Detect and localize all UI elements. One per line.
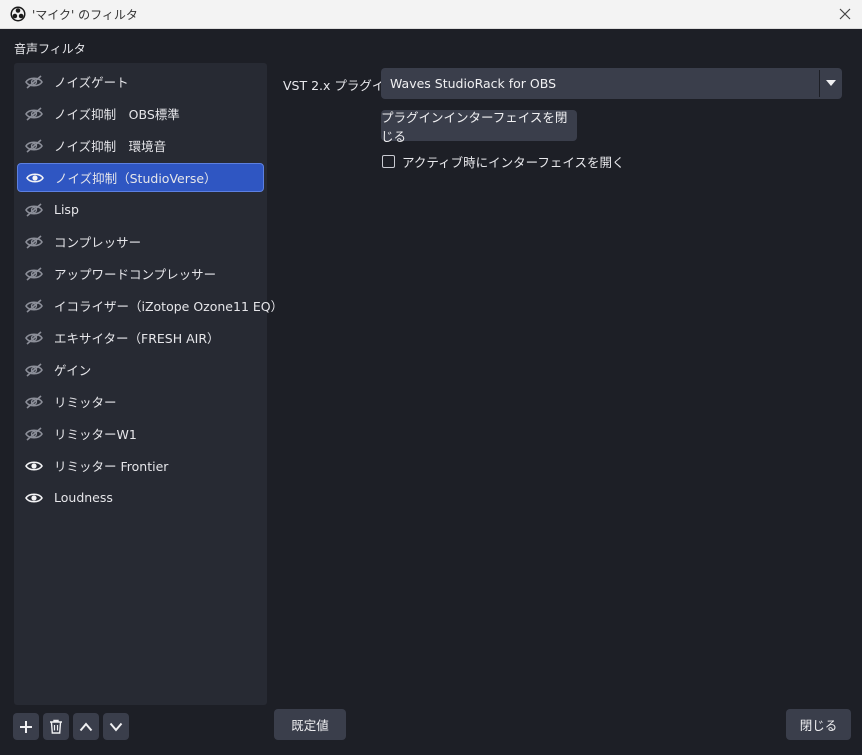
audio-filters-label: 音声フィルタ	[14, 42, 86, 56]
chevron-up-icon	[79, 721, 93, 731]
filter-item-label: リミッター Frontier	[54, 459, 169, 474]
filter-item-label: エキサイター（FRESH AIR）	[54, 331, 220, 346]
move-down-button[interactable]	[103, 713, 129, 740]
trash-icon	[50, 719, 62, 734]
defaults-button[interactable]: 既定値	[274, 709, 346, 740]
eye-hidden-icon[interactable]	[25, 330, 43, 345]
filter-item-label: ノイズ抑制 OBS標準	[54, 107, 180, 122]
plugin-select[interactable]: Waves StudioRack for OBS	[381, 68, 842, 99]
eye-hidden-icon[interactable]	[25, 362, 43, 377]
filter-item-label: Loudness	[54, 490, 113, 505]
filter-item[interactable]: エキサイター（FRESH AIR）	[17, 323, 264, 352]
filter-item-label: リミッター	[54, 395, 117, 410]
filter-item-label: ゲイン	[54, 363, 92, 378]
filter-item[interactable]: ノイズ抑制（StudioVerse）	[17, 163, 264, 192]
remove-filter-button[interactable]	[43, 713, 69, 740]
filter-item-label: コンプレッサー	[54, 235, 142, 250]
chevron-down-icon	[109, 722, 123, 732]
eye-icon[interactable]	[25, 491, 43, 505]
close-button[interactable]: 閉じる	[786, 709, 851, 740]
filter-item[interactable]: Lisp	[17, 195, 264, 224]
filter-item-label: Lisp	[54, 202, 79, 217]
filter-item-label: リミッターW1	[54, 427, 137, 442]
eye-hidden-icon[interactable]	[25, 298, 43, 313]
eye-icon[interactable]	[25, 459, 43, 473]
open-on-active-label[interactable]: アクティブ時にインターフェイスを開く	[402, 152, 625, 171]
plugin-select-value: Waves StudioRack for OBS	[390, 76, 557, 91]
filter-item[interactable]: リミッターW1	[17, 419, 264, 448]
add-filter-button[interactable]	[13, 713, 39, 740]
filter-item-label: ノイズゲート	[54, 75, 129, 90]
close-plugin-interface-button[interactable]: プラグインインターフェイスを閉じる	[381, 110, 577, 144]
filter-item[interactable]: イコライザー（iZotope Ozone11 EQ）	[17, 291, 283, 320]
filter-item[interactable]: ノイズゲート	[17, 67, 264, 96]
eye-icon[interactable]	[26, 171, 44, 185]
select-divider	[819, 70, 820, 97]
filter-item[interactable]: ノイズ抑制 OBS標準	[17, 99, 264, 128]
plugin-label: VST 2.x プラグイン	[283, 78, 397, 93]
filter-item[interactable]: ノイズ抑制 環境音	[17, 131, 264, 160]
filter-list-panel: ノイズゲートノイズ抑制 OBS標準 ノイズ抑制 環境音ノイズ抑制（StudioVe…	[14, 63, 283, 705]
title-bar: 'マイク' のフィルタ	[0, 0, 862, 29]
obs-logo-icon	[10, 6, 26, 22]
open-on-active-checkbox[interactable]	[382, 155, 395, 168]
filter-item-label: イコライザー（iZotope Ozone11 EQ）	[54, 299, 284, 314]
plus-icon	[20, 720, 32, 733]
eye-hidden-icon[interactable]	[25, 234, 43, 249]
move-up-button[interactable]	[73, 713, 99, 740]
eye-hidden-icon[interactable]	[25, 202, 43, 217]
close-window-icon[interactable]	[834, 3, 856, 25]
eye-hidden-icon[interactable]	[25, 138, 43, 153]
eye-hidden-icon[interactable]	[25, 106, 43, 121]
eye-hidden-icon[interactable]	[25, 394, 43, 409]
filter-item[interactable]: ゲイン	[17, 355, 264, 384]
filter-item[interactable]: リミッター Frontier	[17, 451, 264, 480]
filter-item-label: アップワードコンプレッサー	[54, 267, 217, 282]
filter-item[interactable]: Loudness	[17, 483, 264, 512]
filter-item[interactable]: アップワードコンプレッサー	[17, 259, 264, 288]
window-title: 'マイク' のフィルタ	[32, 8, 138, 22]
open-on-active-option: アクティブ時にインターフェイスを開く	[382, 152, 625, 171]
filter-item[interactable]: リミッター	[17, 387, 264, 416]
eye-hidden-icon[interactable]	[25, 74, 43, 89]
filter-item-label: ノイズ抑制（StudioVerse）	[55, 171, 217, 186]
filter-item[interactable]: コンプレッサー	[17, 227, 264, 256]
eye-hidden-icon[interactable]	[25, 266, 43, 281]
eye-hidden-icon[interactable]	[25, 426, 43, 441]
filter-item-label: ノイズ抑制 環境音	[54, 139, 167, 154]
dropdown-arrow-icon[interactable]	[826, 80, 836, 87]
